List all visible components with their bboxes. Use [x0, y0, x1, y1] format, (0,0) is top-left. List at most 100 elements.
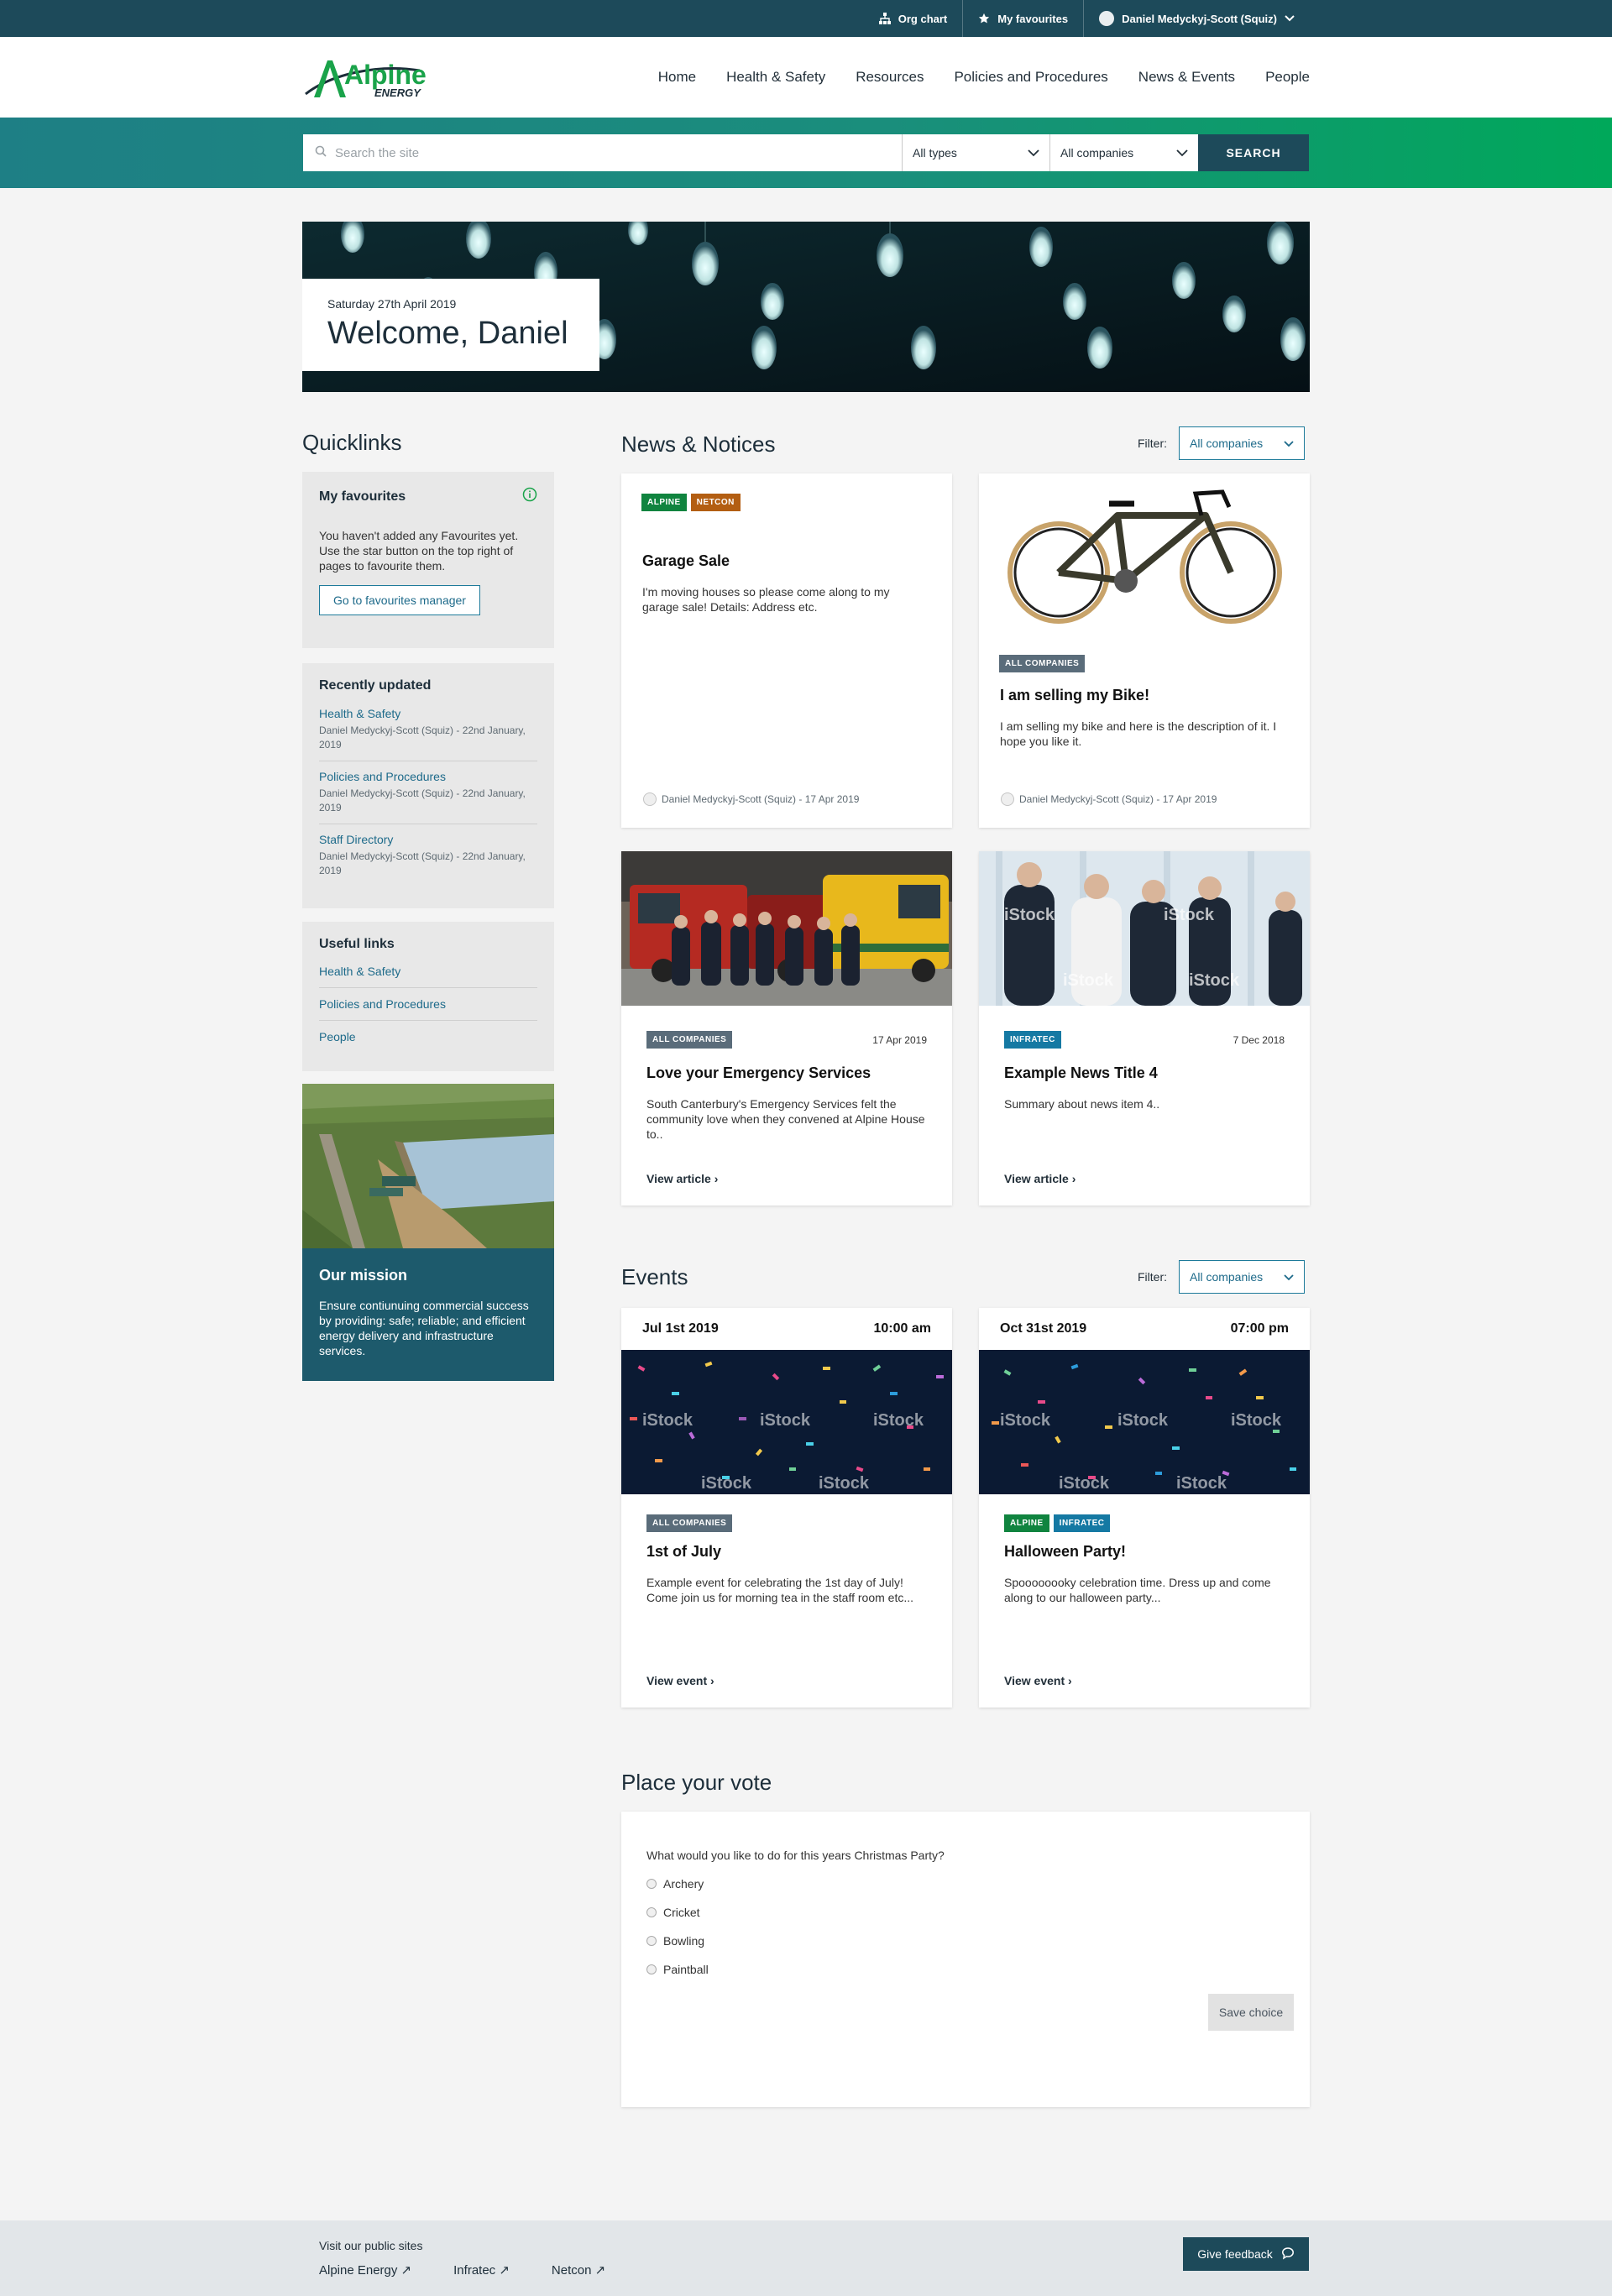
event-header: Oct 31st 2019 07:00 pm	[1000, 1321, 1289, 1336]
event-time: 07:00 pm	[1230, 1321, 1289, 1336]
search-input[interactable]	[335, 145, 839, 160]
svg-text:iStock: iStock	[760, 1411, 811, 1430]
news-title: News & Notices	[621, 431, 776, 457]
tag-netcon: NETCON	[690, 494, 741, 511]
infratec-link[interactable]: Infratec ↗	[453, 2262, 510, 2278]
hero-date: Saturday 27th April 2019	[327, 297, 457, 311]
nav-policies[interactable]: Policies and Procedures	[954, 69, 1107, 86]
svg-text:iStock: iStock	[1000, 1411, 1051, 1430]
events-filter-select[interactable]: All companies	[1179, 1260, 1305, 1294]
radio-button[interactable]	[646, 1879, 657, 1889]
favourites-title: My favourites	[319, 489, 406, 504]
vote-option[interactable]: Paintball	[646, 1963, 709, 1976]
company-select[interactable]: All companies	[1050, 134, 1198, 171]
view-article-link[interactable]: View article ›	[646, 1172, 718, 1185]
my-favourites-link[interactable]: My favourites	[962, 0, 1083, 37]
news-card[interactable]: ALPINE NETCON Garage Sale I'm moving hou…	[621, 473, 952, 828]
tag-alpine: ALPINE	[641, 494, 687, 511]
chevron-down-icon	[1028, 146, 1039, 160]
search-icon	[315, 145, 327, 161]
news-card[interactable]: ALL COMPANIES I am selling my Bike! I am…	[979, 473, 1310, 828]
svg-text:iStock: iStock	[1063, 971, 1114, 990]
favourites-panel: My favourites You haven't added any Favo…	[302, 472, 554, 648]
news-card-title[interactable]: I am selling my Bike!	[1000, 687, 1149, 704]
netcon-link[interactable]: Netcon ↗	[552, 2262, 605, 2278]
vote-question: What would you like to do for this years…	[646, 1849, 945, 1862]
type-select[interactable]: All types	[903, 134, 1050, 171]
news-card[interactable]: iStock iStock iStock iStock INFRATEC 7 D…	[979, 851, 1310, 1206]
news-card-author: Daniel Medyckyj-Scott (Squiz) - 17 Apr 2…	[1001, 792, 1217, 806]
news-card-title[interactable]: Example News Title 4	[1004, 1064, 1158, 1082]
event-time: 10:00 am	[873, 1321, 932, 1336]
list-item: Staff Directory Daniel Medyckyj-Scott (S…	[319, 824, 537, 886]
nav-people[interactable]: People	[1265, 69, 1310, 86]
news-card[interactable]: ALL COMPANIES 17 Apr 2019 Love your Emer…	[621, 851, 952, 1206]
confetti-image: iStock iStock iStock iStock iStock	[621, 1350, 952, 1494]
tag-alpine: ALPINE	[1004, 1514, 1049, 1532]
event-card[interactable]: Jul 1st 2019 10:00 am iStock iStock iSto…	[621, 1308, 952, 1708]
avatar	[1001, 792, 1014, 806]
vote-option-label: Cricket	[663, 1906, 700, 1919]
vote-title: Place your vote	[621, 1770, 772, 1795]
news-filter-select[interactable]: All companies	[1179, 426, 1305, 460]
useful-link[interactable]: People	[319, 1021, 537, 1053]
view-event-link[interactable]: View event ›	[1004, 1674, 1072, 1687]
recent-link[interactable]: Policies and Procedures	[319, 770, 446, 783]
useful-link[interactable]: Health & Safety	[319, 955, 537, 988]
nav-resources[interactable]: Resources	[856, 69, 924, 86]
event-card-summary: Example event for celebrating the 1st da…	[646, 1576, 914, 1604]
search-button[interactable]: SEARCH	[1198, 134, 1309, 171]
event-card-title[interactable]: 1st of July	[646, 1543, 721, 1561]
news-filter-label: Filter:	[1138, 437, 1167, 450]
nav-home[interactable]: Home	[658, 69, 696, 86]
public-sites-label: Visit our public sites	[319, 2239, 423, 2252]
confetti-image: iStock iStock iStock iStock iStock	[979, 1350, 1310, 1494]
recent-link[interactable]: Staff Directory	[319, 833, 393, 846]
list-item: Health & Safety Daniel Medyckyj-Scott (S…	[319, 698, 537, 761]
org-chart-label: Org chart	[898, 12, 948, 25]
nav-health-safety[interactable]: Health & Safety	[726, 69, 825, 86]
tag-all-companies: ALL COMPANIES	[646, 1031, 733, 1049]
favourites-manager-button[interactable]: Go to favourites manager	[319, 585, 480, 615]
vote-option-label: Archery	[663, 1877, 704, 1891]
news-card-author: Daniel Medyckyj-Scott (Squiz) - 17 Apr 2…	[643, 792, 859, 806]
view-event-label: View event	[1004, 1674, 1065, 1687]
alpine-energy-logo[interactable]: Alpine ENERGY	[302, 55, 437, 102]
radio-button[interactable]	[646, 1907, 657, 1917]
news-card-date: 7 Dec 2018	[1233, 1034, 1285, 1046]
view-event-label: View event	[646, 1674, 708, 1687]
event-card[interactable]: Oct 31st 2019 07:00 pm iStock iStock iSt…	[979, 1308, 1310, 1708]
tag-all-companies: ALL COMPANIES	[646, 1514, 733, 1532]
news-filter: Filter: All companies	[1138, 426, 1305, 460]
view-article-link[interactable]: View article ›	[1004, 1172, 1076, 1185]
news-card-title[interactable]: Love your Emergency Services	[646, 1064, 871, 1082]
event-header: Jul 1st 2019 10:00 am	[642, 1321, 931, 1336]
svg-text:iStock: iStock	[642, 1411, 693, 1430]
welcome-card: Saturday 27th April 2019 Welcome, Daniel	[302, 279, 599, 371]
news-card-summary: Summary about news item 4..	[1004, 1097, 1160, 1111]
star-icon	[978, 13, 990, 24]
useful-link[interactable]: Policies and Procedures	[319, 988, 537, 1021]
nav-news-events[interactable]: News & Events	[1138, 69, 1235, 86]
event-card-summary: Spoooooooky celebration time. Dress up a…	[1004, 1576, 1271, 1604]
info-icon[interactable]	[522, 487, 537, 506]
save-choice-button[interactable]: Save choice	[1208, 1994, 1294, 2031]
news-filter-value: All companies	[1190, 437, 1264, 450]
user-menu[interactable]: Daniel Medyckyj-Scott (Squiz)	[1083, 0, 1310, 37]
chevron-right-icon: ›	[714, 1172, 719, 1185]
chevron-down-icon	[1284, 1270, 1294, 1284]
alpine-energy-link[interactable]: Alpine Energy ↗	[319, 2262, 411, 2278]
vote-option[interactable]: Archery	[646, 1877, 704, 1891]
vote-option[interactable]: Bowling	[646, 1934, 704, 1948]
radio-button[interactable]	[646, 1936, 657, 1946]
view-event-link[interactable]: View event ›	[646, 1674, 714, 1687]
give-feedback-button[interactable]: Give feedback	[1183, 2237, 1309, 2271]
org-chart-link[interactable]: Org chart	[864, 0, 963, 37]
event-date: Jul 1st 2019	[642, 1321, 719, 1336]
radio-button[interactable]	[646, 1964, 657, 1974]
event-card-title[interactable]: Halloween Party!	[1004, 1543, 1126, 1561]
recent-link[interactable]: Health & Safety	[319, 707, 400, 720]
vote-option[interactable]: Cricket	[646, 1906, 700, 1919]
vote-panel: What would you like to do for this years…	[621, 1812, 1310, 2107]
news-card-title[interactable]: Garage Sale	[642, 552, 730, 570]
